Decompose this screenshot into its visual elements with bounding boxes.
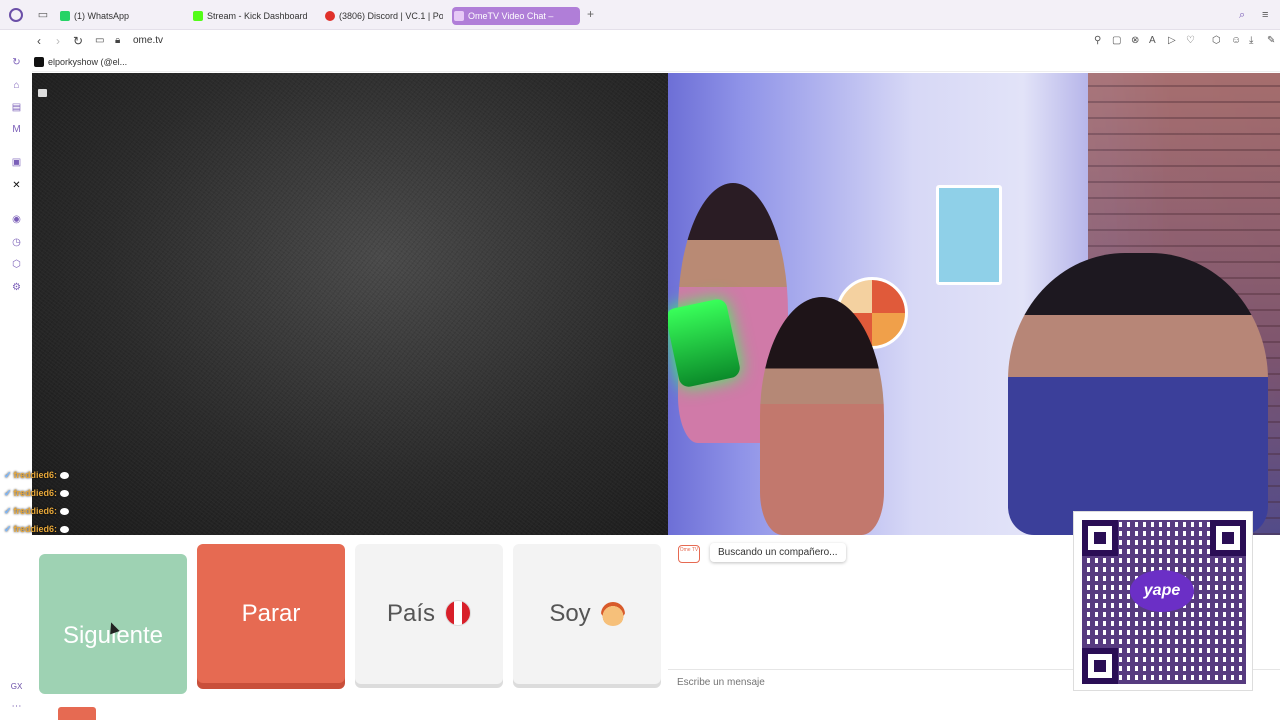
pin-icon[interactable]: ⚲ bbox=[1094, 34, 1101, 48]
browser-window: ▭ (1) WhatsApp Stream - Kick Dashboard (… bbox=[0, 0, 1280, 720]
wall-poster bbox=[936, 185, 1002, 285]
tab-label: Stream - Kick Dashboard bbox=[207, 11, 308, 21]
whatsapp-icon bbox=[60, 11, 70, 21]
chat-line: ✓ freddied6: bbox=[4, 520, 124, 538]
bubble-icon bbox=[60, 490, 70, 498]
bubble-icon bbox=[60, 508, 70, 516]
local-video bbox=[32, 73, 668, 535]
aria-icon[interactable]: ↻ bbox=[10, 56, 23, 69]
stop-label: Parar bbox=[241, 600, 301, 627]
shopping-icon[interactable]: ⌂ bbox=[10, 79, 23, 92]
lock-icon[interactable]: 🔒︎ bbox=[115, 33, 120, 49]
ometv-logo-icon: Ome TV bbox=[678, 545, 700, 563]
opera-logo-icon[interactable] bbox=[9, 8, 23, 22]
tab-whatsapp[interactable]: (1) WhatsApp bbox=[58, 7, 182, 25]
chat-line: ✓ freddied6: bbox=[4, 484, 124, 502]
tab-label: (1) WhatsApp bbox=[74, 11, 130, 21]
stream-chat-overlay: ✓ freddied6: ✓ freddied6: ✓ freddied6: ✓ fre… bbox=[4, 466, 124, 538]
download-icon[interactable]: ⤓ bbox=[1249, 34, 1253, 48]
camera-icon[interactable]: ▭ bbox=[95, 33, 104, 49]
bookmark-elporkyshow[interactable]: elporkyshow (@el... bbox=[34, 55, 127, 69]
tab-bar: ▭ (1) WhatsApp Stream - Kick Dashboard (… bbox=[0, 0, 1280, 30]
screenshot-icon[interactable]: ▢ bbox=[1112, 34, 1121, 48]
messenger-icon[interactable]: M bbox=[10, 123, 23, 136]
gender-button[interactable]: Soy bbox=[513, 544, 661, 684]
verified-icon: ✓ bbox=[4, 488, 12, 498]
status-message: Buscando un compañero... bbox=[710, 543, 846, 562]
profile-icon[interactable]: ☺ bbox=[1231, 34, 1241, 48]
bubble-icon bbox=[60, 472, 70, 480]
twitch-icon[interactable]: ▣ bbox=[10, 156, 23, 169]
bookmark-label: elporkyshow (@el... bbox=[48, 57, 128, 67]
reload-icon[interactable]: ↻ bbox=[73, 33, 83, 49]
translate-icon[interactable]: A bbox=[1149, 34, 1156, 48]
more-icon[interactable]: ⋯ bbox=[10, 700, 23, 713]
peru-flag-icon bbox=[445, 600, 472, 626]
ometv-icon bbox=[454, 11, 464, 21]
verified-icon: ✓ bbox=[4, 524, 12, 534]
chat-line: ✓ freddied6: bbox=[4, 466, 124, 484]
person-right bbox=[1008, 253, 1268, 535]
menu-icon[interactable]: ≡ bbox=[1262, 9, 1268, 21]
yape-logo: yape bbox=[1130, 570, 1194, 612]
search-icon[interactable]: ⌕ bbox=[1239, 9, 1245, 22]
gx-icon[interactable]: GX bbox=[10, 680, 23, 693]
address-bar: ‹ › ↻ ▭ 🔒︎ ome.tv ⚲ ▢ ⊗ A ▷ ♡ ⬡ ☺ ⤓ ✎ bbox=[0, 30, 1280, 52]
country-button[interactable]: País bbox=[355, 544, 503, 684]
easy-setup-icon[interactable]: ✎ bbox=[1267, 34, 1275, 48]
partner-video bbox=[668, 73, 1280, 535]
camera-toggle-icon[interactable] bbox=[38, 89, 47, 97]
yape-qr-code: yape bbox=[1073, 511, 1253, 691]
crypto-wallet-icon[interactable]: ▤ bbox=[10, 101, 23, 114]
ometv-footer-logo[interactable] bbox=[58, 707, 96, 720]
settings-icon[interactable]: ⚙ bbox=[10, 281, 23, 294]
tiktok-icon bbox=[34, 57, 44, 67]
url-field[interactable]: ome.tv bbox=[133, 33, 163, 49]
tab-label: OmeTV Video Chat – bbox=[468, 11, 554, 21]
sidebar: ↻ ⌂ ▤ M ▣ ✕ ◉ ◷ ⬡ ⚙ GX ⋯ bbox=[0, 52, 32, 720]
chat-line: ✓ freddied6: bbox=[4, 502, 124, 520]
play-icon[interactable]: ▷ bbox=[1168, 34, 1176, 48]
stop-button[interactable]: Parar bbox=[197, 544, 345, 683]
tab-discord[interactable]: (3806) Discord | VC.1 | Po bbox=[323, 7, 443, 25]
x-twitter-icon[interactable]: ✕ bbox=[10, 179, 23, 192]
gender-label: Soy bbox=[549, 600, 591, 627]
boy-emoji-icon bbox=[600, 602, 625, 626]
kick-icon bbox=[193, 11, 203, 21]
youtube-icon bbox=[325, 11, 335, 21]
person-middle bbox=[760, 297, 884, 535]
extensions-sidebar-icon[interactable]: ⬡ bbox=[10, 258, 23, 271]
history-icon[interactable]: ◷ bbox=[10, 236, 23, 249]
bubble-icon bbox=[60, 526, 70, 534]
static-noise bbox=[32, 73, 668, 535]
heart-icon[interactable]: ♡ bbox=[1186, 34, 1195, 48]
verified-icon: ✓ bbox=[4, 506, 12, 516]
qr-finder bbox=[1210, 520, 1246, 556]
ometv-page: ✓ freddied6: ✓ freddied6: ✓ freddied6: ✓ fre… bbox=[4, 73, 1280, 720]
tab-label: (3806) Discord | VC.1 | Po bbox=[339, 11, 443, 21]
extensions-icon[interactable]: ⬡ bbox=[1212, 34, 1221, 48]
tab-kick[interactable]: Stream - Kick Dashboard bbox=[191, 7, 315, 25]
bookmarks-bar: elporkyshow (@el... bbox=[0, 52, 1280, 72]
player-icon[interactable]: ◉ bbox=[10, 213, 23, 226]
forward-icon[interactable]: › bbox=[56, 33, 60, 49]
new-tab-icon[interactable]: + bbox=[584, 8, 597, 21]
adblock-icon[interactable]: ⊗ bbox=[1131, 34, 1139, 48]
qr-finder bbox=[1082, 520, 1118, 556]
verified-icon: ✓ bbox=[4, 470, 12, 480]
back-icon[interactable]: ‹ bbox=[37, 33, 41, 49]
country-label: País bbox=[386, 600, 436, 627]
tab-island-icon[interactable]: ▭ bbox=[36, 8, 50, 22]
qr-finder bbox=[1082, 648, 1118, 684]
tab-ometv[interactable]: OmeTV Video Chat – bbox=[452, 7, 580, 25]
